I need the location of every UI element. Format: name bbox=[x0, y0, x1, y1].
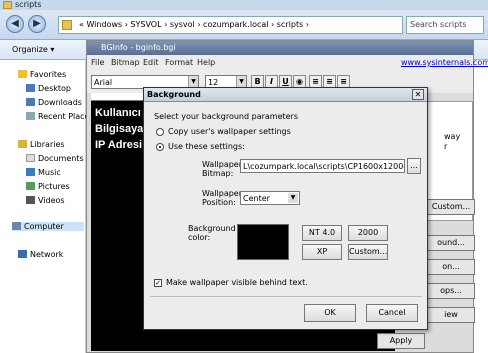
dialog-title: Background bbox=[147, 90, 201, 99]
bginfo-titlebar: BGInfo - bginfo.bgi bbox=[87, 41, 473, 55]
recent-places-icon bbox=[26, 112, 35, 120]
nav-documents[interactable]: Documents bbox=[26, 154, 84, 163]
menu-bitmap[interactable]: Bitmap bbox=[111, 58, 140, 67]
nav-recent-places[interactable]: Recent Place bbox=[26, 112, 89, 121]
back-button[interactable]: ◀ bbox=[6, 15, 24, 33]
menu-edit[interactable]: Edit bbox=[143, 58, 159, 67]
navigation-pane: Favorites Desktop Downloads Recent Place… bbox=[0, 60, 89, 353]
nav-libraries[interactable]: Libraries bbox=[18, 140, 65, 149]
nav-music[interactable]: Music bbox=[26, 168, 61, 177]
wallpaper-visible-label[interactable]: Make wallpaper visible behind text. bbox=[166, 278, 308, 287]
desktop-icon bbox=[26, 84, 35, 92]
nav-desktop[interactable]: Desktop bbox=[26, 84, 71, 93]
cancel-button[interactable]: Cancel bbox=[366, 304, 418, 322]
menu-format[interactable]: Format bbox=[165, 58, 193, 67]
radio-use-label[interactable]: Use these settings: bbox=[168, 142, 245, 151]
search-input[interactable]: Search scripts bbox=[406, 16, 484, 34]
editor-line: IP Adresi bbox=[95, 139, 143, 151]
libraries-icon bbox=[18, 140, 27, 148]
nav-downloads[interactable]: Downloads bbox=[26, 98, 82, 107]
background-dialog: Background ✕ Select your background para… bbox=[143, 87, 428, 330]
preview-button[interactable]: iew bbox=[427, 307, 475, 323]
close-icon[interactable]: ✕ bbox=[412, 89, 424, 100]
wallpaper-position-label: Wallpaper Position: bbox=[202, 189, 243, 207]
search-placeholder: Search scripts bbox=[410, 20, 467, 29]
menu-help[interactable]: Help bbox=[197, 58, 215, 67]
position-button[interactable]: on... bbox=[427, 259, 475, 275]
win2000-color-button[interactable]: 2000 bbox=[348, 225, 388, 241]
radio-copy-label[interactable]: Copy user's wallpaper settings bbox=[168, 127, 291, 136]
field-list-text: r bbox=[444, 142, 448, 151]
background-color-label: Background color: bbox=[188, 224, 236, 242]
editor-line: Bilgisaya bbox=[95, 123, 144, 135]
videos-icon bbox=[26, 196, 35, 204]
documents-icon bbox=[26, 154, 35, 162]
browse-button[interactable]: ... bbox=[407, 158, 421, 174]
explorer-titlebar: scripts bbox=[0, 0, 488, 10]
wallpaper-position-select[interactable]: Center ▼ bbox=[240, 191, 300, 205]
radio-use-settings[interactable] bbox=[156, 143, 164, 151]
nav-videos[interactable]: Videos bbox=[26, 196, 65, 205]
chevron-down-icon: ▼ bbox=[288, 193, 298, 203]
network-icon bbox=[18, 250, 27, 258]
address-input[interactable]: « Windows › SYSVOL › sysvol › cozumpark.… bbox=[58, 16, 403, 34]
organize-button[interactable]: Organize bbox=[12, 45, 54, 54]
field-list-text: way bbox=[444, 132, 461, 141]
address-bar-area: ◀ ▶ « Windows › SYSVOL › sysvol › cozump… bbox=[0, 10, 488, 40]
desktops-button[interactable]: ops... bbox=[427, 283, 475, 299]
nav-pictures[interactable]: Pictures bbox=[26, 182, 70, 191]
dialog-titlebar: Background ✕ bbox=[144, 88, 427, 102]
downloads-icon bbox=[26, 98, 35, 106]
custom-field-button[interactable]: Custom... bbox=[427, 199, 475, 215]
editor-line: Kullanıcı bbox=[95, 107, 141, 119]
window-title: scripts bbox=[15, 0, 42, 9]
wallpaper-visible-checkbox[interactable]: ✓ bbox=[154, 279, 162, 287]
nav-computer[interactable]: Computer bbox=[12, 222, 84, 231]
folder-icon bbox=[62, 20, 72, 30]
background-color-swatch[interactable] bbox=[237, 224, 289, 260]
custom-color-button[interactable]: Custom... bbox=[348, 244, 388, 260]
bginfo-title: BGInfo - bginfo.bgi bbox=[101, 43, 176, 52]
radio-copy-wallpaper[interactable] bbox=[156, 128, 164, 136]
background-button[interactable]: ound... bbox=[427, 235, 475, 251]
folder-icon bbox=[3, 1, 12, 9]
nav-network[interactable]: Network bbox=[18, 250, 63, 259]
menu-file[interactable]: File bbox=[91, 58, 104, 67]
ok-button[interactable]: OK bbox=[304, 304, 356, 322]
forward-button[interactable]: ▶ bbox=[28, 15, 46, 33]
star-icon bbox=[18, 70, 27, 78]
xp-color-button[interactable]: XP bbox=[302, 244, 342, 260]
nav-favorites[interactable]: Favorites bbox=[18, 70, 66, 79]
music-icon bbox=[26, 168, 35, 176]
breadcrumb: « Windows › SYSVOL › sysvol › cozumpark.… bbox=[79, 20, 309, 29]
dialog-heading: Select your background parameters bbox=[154, 112, 299, 121]
nt40-color-button[interactable]: NT 4.0 bbox=[302, 225, 342, 241]
wallpaper-bitmap-field[interactable]: L\cozumpark.local\scripts\CP1600x1200-1.… bbox=[240, 159, 405, 173]
apply-button[interactable]: Apply bbox=[377, 333, 425, 349]
wallpaper-bitmap-label: Wallpaper Bitmap: bbox=[202, 160, 243, 178]
computer-icon bbox=[12, 222, 21, 230]
sysinternals-link[interactable]: www.sysinternals.com bbox=[401, 58, 488, 67]
bginfo-menubar: File Bitmap Edit Format Help www.sysinte… bbox=[87, 55, 488, 69]
pictures-icon bbox=[26, 182, 35, 190]
divider bbox=[150, 296, 422, 297]
